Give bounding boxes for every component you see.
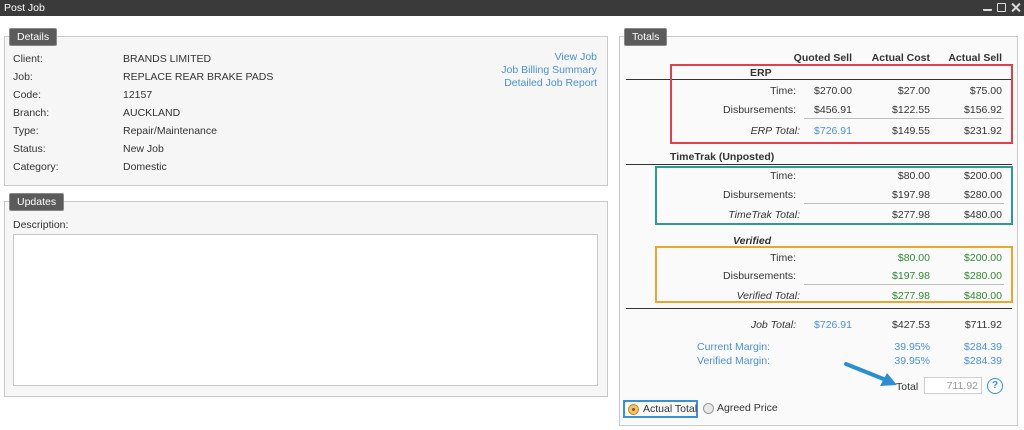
- help-icon[interactable]: ?: [987, 378, 1003, 394]
- details-panel: Client: BRANDS LIMITED Job: REPLACE REAR…: [4, 36, 608, 186]
- current-margin-label: Current Margin:: [697, 341, 770, 353]
- erp-highlight-box: [670, 64, 1013, 144]
- detail-value: Domestic: [123, 161, 167, 173]
- restore-icon[interactable]: [983, 3, 992, 11]
- detail-value: BRANDS LIMITED: [123, 53, 212, 65]
- detail-label: Category:: [13, 161, 59, 173]
- timetrak-highlight-box: [655, 166, 1013, 225]
- detail-value: 12157: [123, 89, 153, 101]
- updates-panel: Description:: [4, 201, 608, 397]
- current-margin-pct: 39.95%: [894, 341, 930, 353]
- timetrak-separator: [626, 164, 1012, 165]
- close-icon[interactable]: [1011, 3, 1020, 12]
- job-billing-summary-link[interactable]: Job Billing Summary: [501, 64, 597, 76]
- detail-value: Repair/Maintenance: [123, 125, 217, 137]
- detail-value: REPLACE REAR BRAKE PADS: [123, 71, 274, 83]
- window-titlebar: Post Job: [0, 0, 1024, 16]
- pointer-arrow-icon: [844, 362, 897, 386]
- job-total-sell: $711.92: [964, 319, 1002, 331]
- view-job-link[interactable]: View Job: [555, 51, 597, 63]
- totals-tab: Totals: [624, 28, 668, 46]
- col-quoted-sell: Quoted Sell: [793, 52, 852, 64]
- actual-total-radio-option[interactable]: Actual Total: [623, 400, 698, 418]
- actual-total-label: Actual Total: [643, 403, 698, 415]
- job-total-label: Job Total:: [750, 319, 796, 331]
- detail-label: Status:: [13, 143, 46, 155]
- detail-value: New Job: [123, 143, 164, 155]
- col-actual-sell: Actual Sell: [948, 52, 1002, 64]
- job-total-cost: $427.53: [892, 319, 930, 331]
- total-input[interactable]: 711.92: [924, 377, 982, 394]
- actual-total-radio[interactable]: [628, 404, 639, 415]
- details-tab: Details: [9, 28, 58, 46]
- updates-tab: Updates: [9, 193, 65, 211]
- agreed-price-label: Agreed Price: [717, 402, 778, 414]
- job-total-separator: [626, 308, 1012, 309]
- description-textarea[interactable]: [13, 234, 598, 386]
- timetrak-title: TimeTrak (Unposted): [670, 151, 775, 163]
- maximize-icon[interactable]: [997, 3, 1006, 12]
- verified-highlight-box: [655, 246, 1013, 303]
- verified-margin-amount: $284.39: [964, 355, 1002, 367]
- detail-label: Type:: [13, 125, 39, 137]
- verified-margin-label: Verified Margin:: [697, 355, 770, 367]
- detailed-job-report-link[interactable]: Detailed Job Report: [504, 77, 597, 89]
- job-total-quoted: $726.91: [814, 319, 852, 331]
- detail-value: AUCKLAND: [123, 107, 181, 119]
- detail-label: Client:: [13, 53, 43, 65]
- agreed-price-radio[interactable]: [703, 403, 714, 414]
- total-label: Total: [896, 381, 919, 393]
- description-label: Description:: [13, 219, 69, 231]
- current-margin-amount: $284.39: [964, 341, 1002, 353]
- window-controls: [983, 3, 1020, 12]
- detail-label: Job:: [13, 71, 33, 83]
- col-actual-cost: Actual Cost: [871, 52, 930, 64]
- window-title: Post Job: [4, 2, 45, 14]
- detail-label: Branch:: [13, 107, 50, 119]
- detail-label: Code:: [13, 89, 42, 101]
